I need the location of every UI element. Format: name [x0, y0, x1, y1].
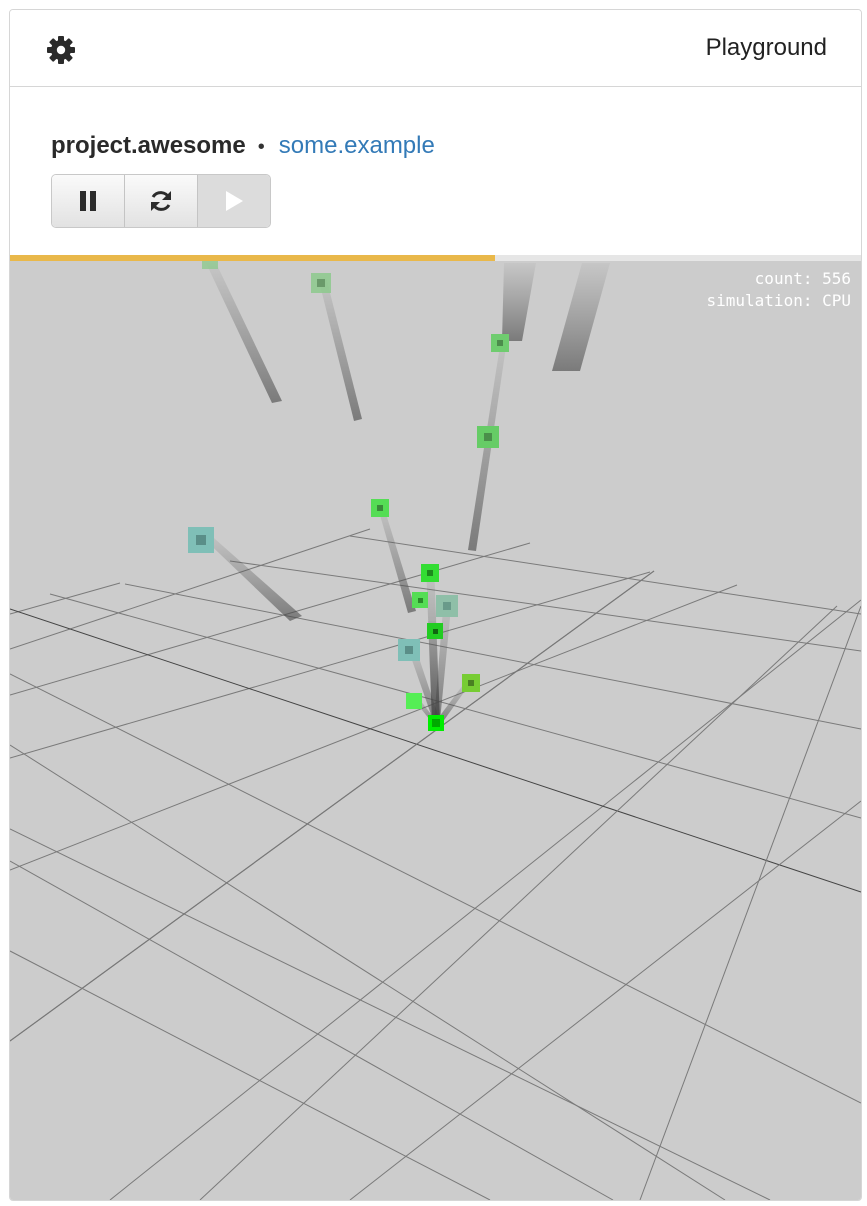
refresh-icon	[151, 191, 171, 211]
playback-controls	[51, 174, 271, 228]
simulation-canvas[interactable]: count: 556 simulation: CPU	[10, 261, 861, 1200]
playground-card: Playground project.awesome • some.example	[9, 9, 862, 1201]
reset-button[interactable]	[125, 175, 198, 227]
project-header: project.awesome • some.example	[10, 87, 861, 255]
gear-icon[interactable]	[46, 35, 76, 65]
pause-button[interactable]	[52, 175, 125, 227]
page-title: Playground	[705, 34, 827, 61]
simulation-mode-label: simulation: CPU	[706, 291, 852, 310]
top-bar: Playground	[10, 10, 861, 87]
count-label: count: 556	[754, 269, 851, 288]
project-link[interactable]: some.example	[279, 132, 435, 159]
separator-dot: •	[257, 136, 265, 158]
project-name: project.awesome	[51, 132, 246, 159]
particles	[188, 261, 509, 731]
project-line: project.awesome • some.example	[51, 131, 435, 162]
scene-svg	[10, 261, 861, 1200]
play-icon	[226, 191, 243, 211]
pause-icon	[80, 191, 96, 211]
simulation-stats: count: 556 simulation: CPU	[707, 268, 852, 312]
play-button[interactable]	[198, 175, 270, 227]
